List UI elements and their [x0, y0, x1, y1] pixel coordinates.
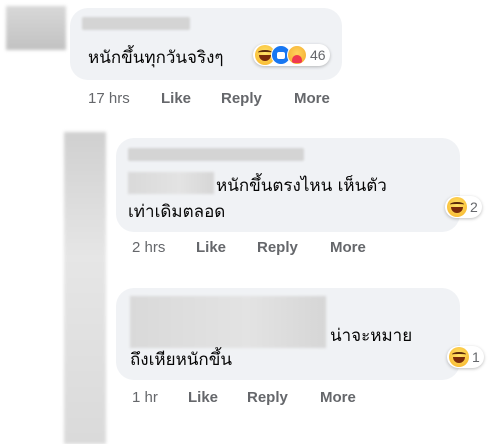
timestamp[interactable]: 2 hrs [132, 239, 165, 256]
reply-button[interactable]: Reply [247, 389, 288, 406]
comment-text-line: หนักขึ้นตรงไหน เห็นตัว [216, 176, 387, 196]
avatar[interactable] [64, 132, 106, 444]
reply-button[interactable]: Reply [221, 90, 262, 107]
timestamp[interactable]: 17 hrs [88, 90, 130, 107]
comment-bubble: หนักขึ้นตรงไหน เห็นตัว เท่าเดิมตลอด [116, 138, 460, 232]
more-button[interactable]: More [330, 239, 366, 256]
mention-redacted[interactable] [128, 172, 214, 194]
reaction-count: 1 [472, 349, 480, 365]
comment-bubble: น่าจะหมาย ถึงเหียหนักขึ้น [116, 288, 460, 380]
reaction-summary[interactable]: 46 [253, 44, 330, 66]
reaction-summary[interactable]: 1 [447, 346, 484, 368]
commenter-name-redacted[interactable] [82, 17, 190, 30]
reply-button[interactable]: Reply [257, 239, 298, 256]
commenter-name-redacted[interactable] [128, 148, 304, 161]
more-button[interactable]: More [320, 389, 356, 406]
reaction-count: 46 [310, 47, 326, 63]
care-icon [287, 45, 307, 65]
like-button[interactable]: Like [196, 239, 226, 256]
haha-icon [447, 197, 467, 217]
avatar[interactable] [6, 6, 66, 50]
like-button[interactable]: Like [188, 389, 218, 406]
comment-text-line: น่าจะหมาย [330, 326, 413, 346]
timestamp[interactable]: 1 hr [132, 389, 158, 406]
comment-text-line: เท่าเดิมตลอด [128, 202, 226, 222]
reaction-summary[interactable]: 2 [445, 196, 482, 218]
comment-text: หนักขึ้นทุกวันจริงๆ [88, 48, 224, 68]
haha-icon [449, 347, 469, 367]
more-button[interactable]: More [294, 90, 330, 107]
comment-text-line: ถึงเหียหนักขึ้น [130, 350, 232, 370]
commenter-name-redacted[interactable] [130, 296, 326, 348]
reaction-count: 2 [470, 199, 478, 215]
like-button[interactable]: Like [161, 90, 191, 107]
